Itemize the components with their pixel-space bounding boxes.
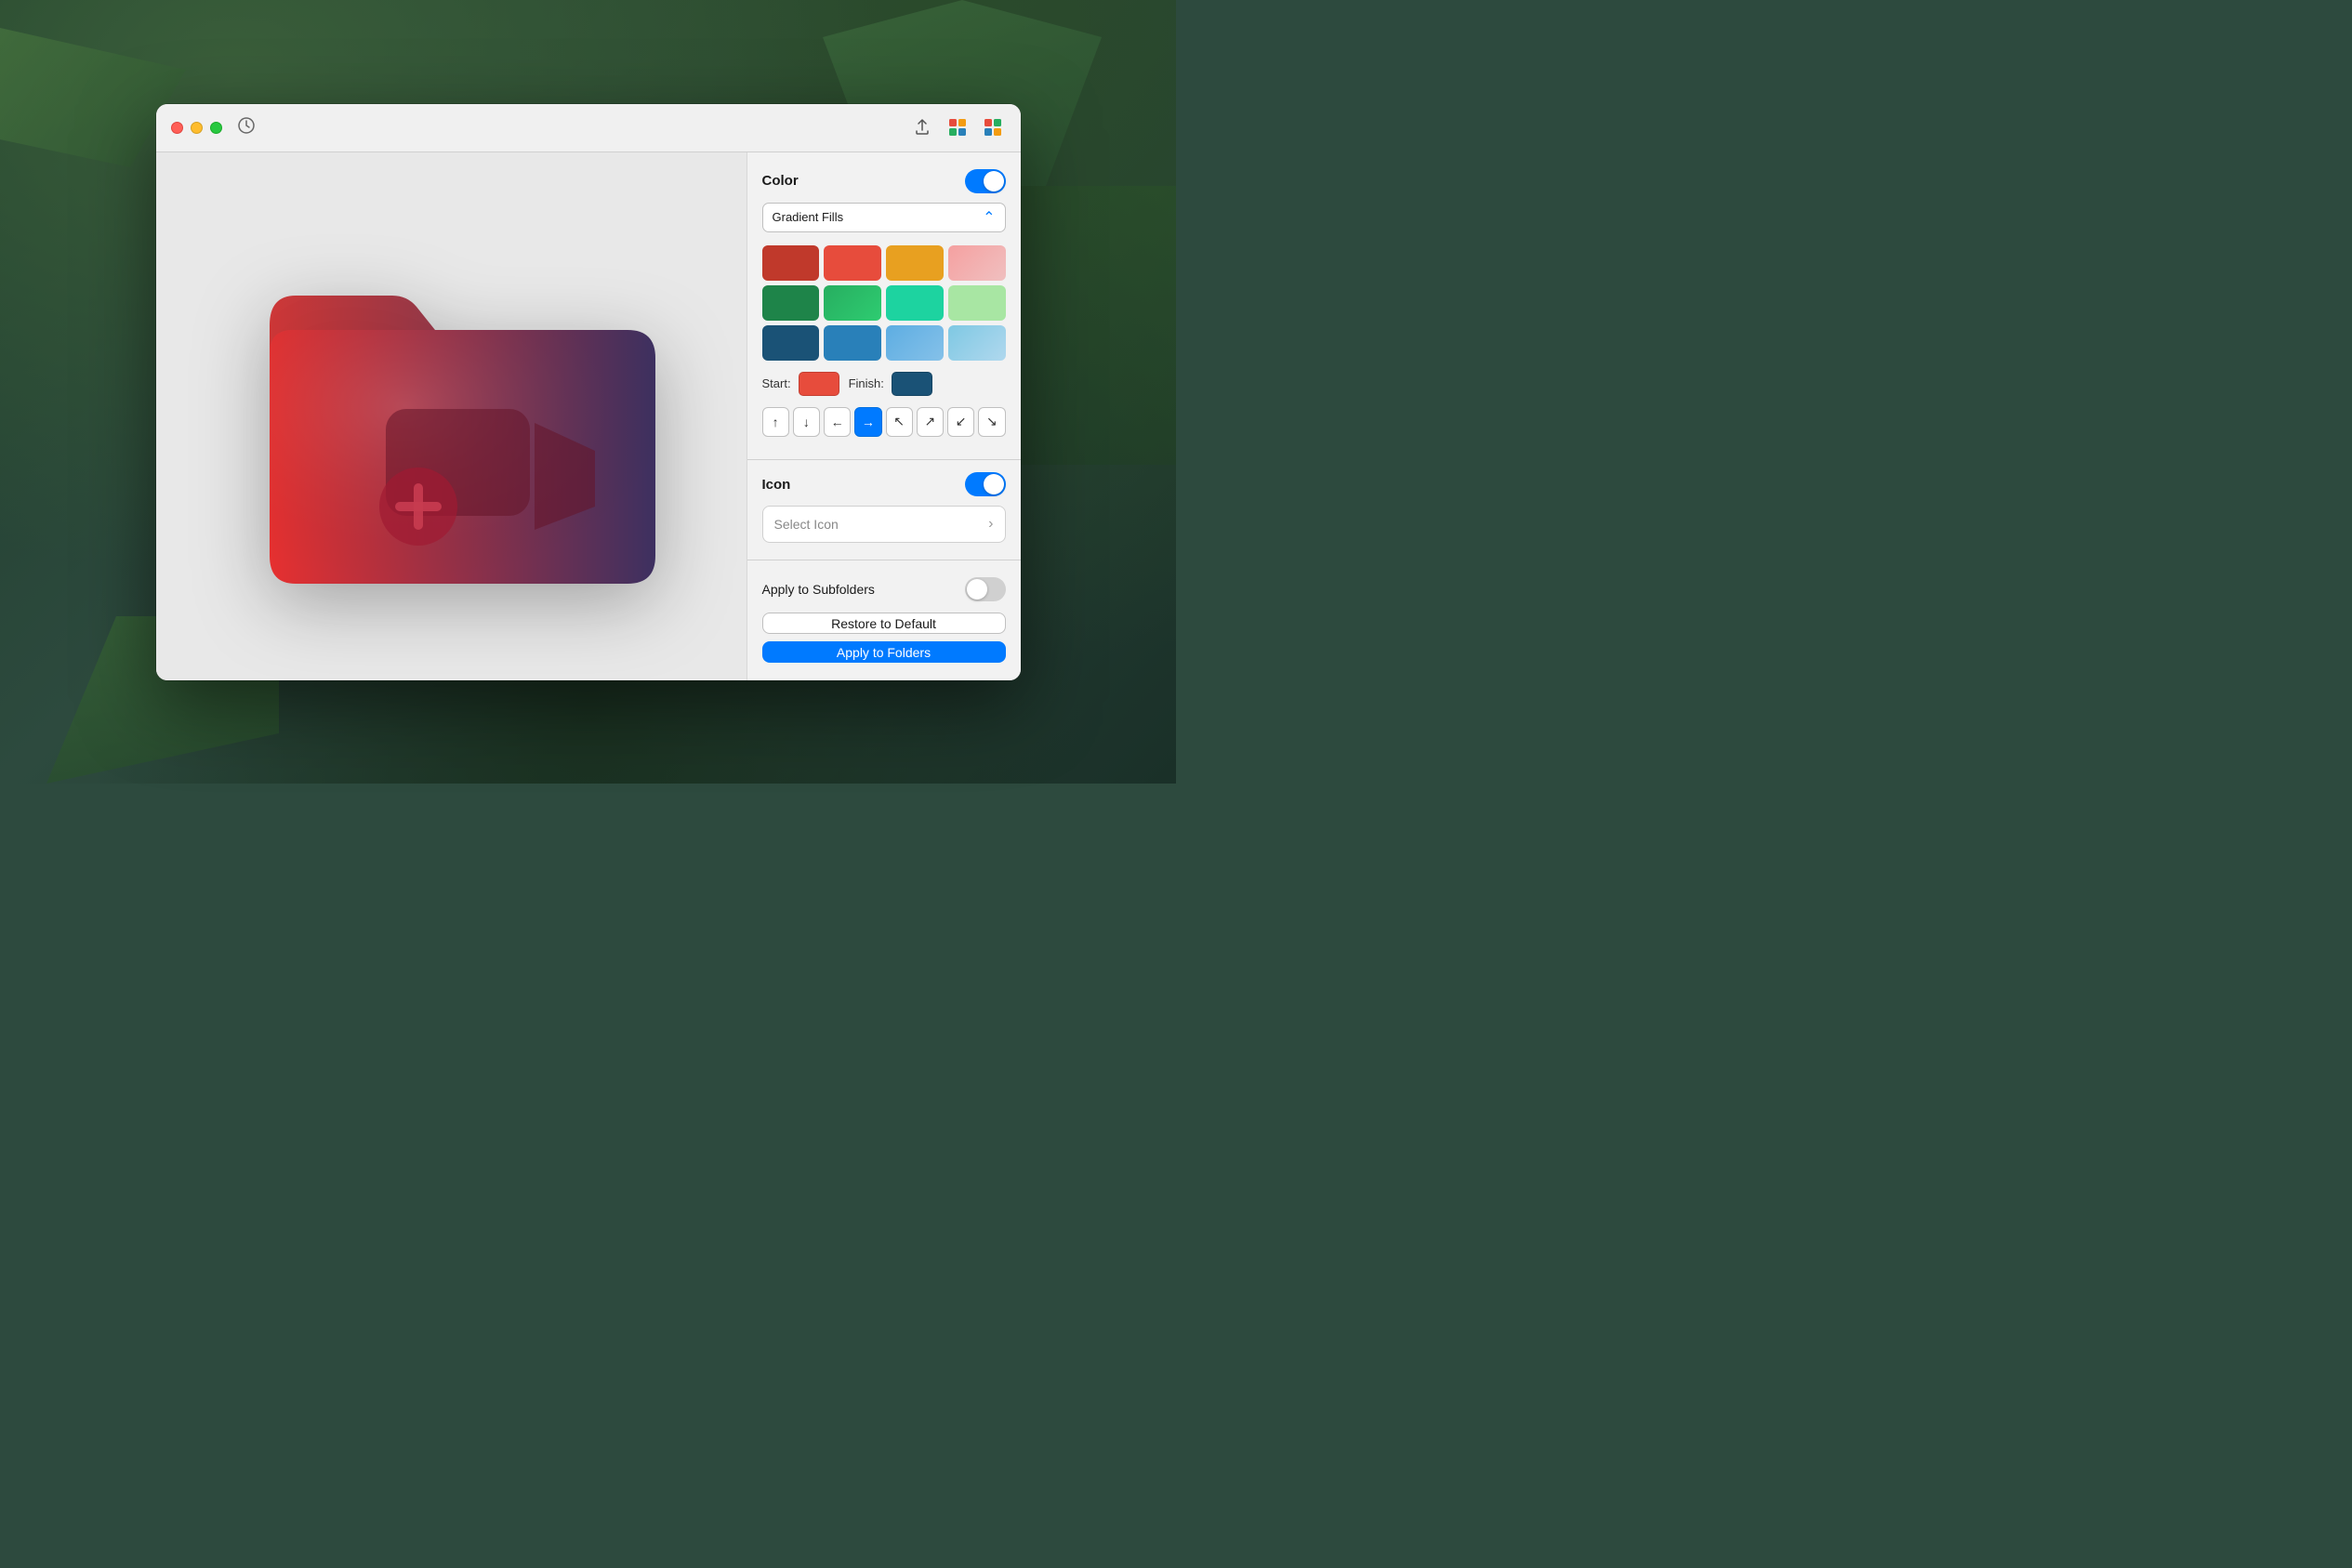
divider-1: [747, 459, 1021, 460]
dropdown-arrow-icon: ⌃: [983, 208, 995, 227]
arrow-right-button[interactable]: →: [854, 407, 881, 437]
icon-toggle-knob: [984, 474, 1004, 494]
maximize-button[interactable]: [210, 122, 222, 134]
swatch-pink[interactable]: [948, 245, 1006, 281]
left-panel: [156, 152, 747, 680]
swatch-sky[interactable]: [886, 325, 944, 361]
main-content: Color Gradient Fills ⌃: [156, 152, 1021, 680]
swatch-red-dark[interactable]: [762, 245, 820, 281]
subfolders-toggle-knob: [967, 579, 987, 600]
swatch-navy[interactable]: [762, 325, 820, 361]
arrow-up-button[interactable]: ↑: [762, 407, 789, 437]
dropdown-label: Gradient Fills: [773, 210, 984, 224]
start-label: Start:: [762, 376, 791, 390]
swatch-orange[interactable]: [886, 245, 944, 281]
swatch-green[interactable]: [824, 285, 881, 321]
swatch-red[interactable]: [824, 245, 881, 281]
grid-button[interactable]: [980, 114, 1006, 140]
subfolders-label: Apply to Subfolders: [762, 582, 875, 597]
icon-section: Icon Select Icon ›: [762, 472, 1006, 543]
minimize-button[interactable]: [191, 122, 203, 134]
color-swatches-grid: [762, 245, 1006, 361]
swatch-blue[interactable]: [824, 325, 881, 361]
history-button[interactable]: [237, 116, 256, 139]
arrow-downright-button[interactable]: ↘: [978, 407, 1005, 437]
arrow-upleft-button[interactable]: ↖: [886, 407, 913, 437]
folder-svg: [242, 232, 660, 595]
apply-folders-button[interactable]: Apply to Folders: [762, 641, 1006, 663]
main-window: Color Gradient Fills ⌃: [156, 104, 1021, 680]
dropdown-row: Gradient Fills ⌃: [762, 203, 1006, 232]
share-icon: [914, 119, 931, 136]
swatch-light-green[interactable]: [948, 285, 1006, 321]
gradient-ends-row: Start: Finish:: [762, 372, 1006, 396]
color-section-header: Color: [762, 169, 1006, 193]
close-button[interactable]: [171, 122, 183, 134]
chevron-right-icon: ›: [988, 516, 993, 533]
swatch-mint[interactable]: [886, 285, 944, 321]
start-group: Start:: [762, 372, 839, 396]
color-label: Color: [762, 173, 799, 189]
color-palette-button[interactable]: [945, 114, 971, 140]
traffic-lights: [171, 122, 222, 134]
restore-default-button[interactable]: Restore to Default: [762, 613, 1006, 635]
right-panel: Color Gradient Fills ⌃: [747, 152, 1021, 680]
color-toggle-knob: [984, 171, 1004, 191]
title-bar-icons: [909, 114, 1006, 140]
finish-label: Finish:: [849, 376, 884, 390]
arrow-left-button[interactable]: ←: [824, 407, 851, 437]
direction-arrows: ↑ ↓ ← → ↖ ↗ ↙ ↘: [762, 407, 1006, 437]
arrow-upright-button[interactable]: ↗: [917, 407, 944, 437]
grid-icon: [984, 118, 1002, 137]
share-button[interactable]: [909, 114, 935, 140]
folder-preview: [242, 232, 660, 600]
finish-color-picker[interactable]: [892, 372, 932, 396]
arrow-down-button[interactable]: ↓: [793, 407, 820, 437]
subfolders-toggle[interactable]: [965, 577, 1006, 601]
title-bar: [156, 104, 1021, 152]
fill-type-dropdown[interactable]: Gradient Fills ⌃: [762, 203, 1006, 232]
icon-label: Icon: [762, 477, 791, 493]
start-color-picker[interactable]: [799, 372, 839, 396]
swatch-green-dark[interactable]: [762, 285, 820, 321]
color-toggle[interactable]: [965, 169, 1006, 193]
swatch-light-blue[interactable]: [948, 325, 1006, 361]
finish-group: Finish:: [849, 372, 932, 396]
icon-section-header: Icon: [762, 472, 1006, 496]
select-icon-label: Select Icon: [774, 517, 989, 532]
clock-icon: [237, 116, 256, 135]
subfolders-row: Apply to Subfolders: [762, 573, 1006, 601]
select-icon-button[interactable]: Select Icon ›: [762, 506, 1006, 543]
arrow-downleft-button[interactable]: ↙: [947, 407, 974, 437]
palette-icon: [948, 118, 967, 137]
icon-toggle[interactable]: [965, 472, 1006, 496]
